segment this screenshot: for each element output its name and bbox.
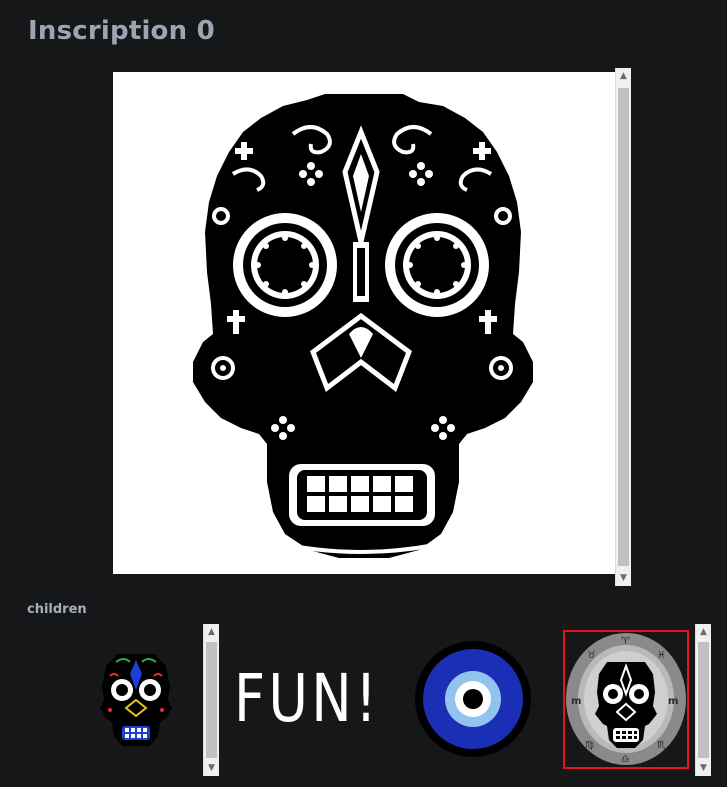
children-label: children	[27, 602, 87, 617]
child-fun-text[interactable]: FUN!	[234, 660, 380, 737]
child-skull-color[interactable]	[96, 648, 176, 750]
scroll-down-icon[interactable]: ▼	[204, 760, 219, 776]
inscription-preview[interactable]	[113, 72, 615, 574]
sugar-skull-icon	[113, 72, 615, 574]
scroll-thumb[interactable]	[206, 642, 217, 758]
scroll-up-icon[interactable]: ▲	[204, 624, 219, 640]
evil-eye-icon	[415, 641, 531, 757]
color-sugar-skull-icon	[96, 648, 176, 750]
scroll-up-icon[interactable]: ▲	[616, 68, 631, 84]
scroll-down-icon[interactable]: ▼	[616, 570, 631, 586]
selected-child-highlight	[563, 630, 689, 769]
child-evil-eye[interactable]	[413, 640, 533, 758]
scroll-thumb[interactable]	[618, 88, 629, 566]
child-zodiac-scrollbar[interactable]: ▲ ▼	[695, 624, 711, 776]
scroll-up-icon[interactable]: ▲	[696, 624, 711, 640]
child-skull-scrollbar[interactable]: ▲ ▼	[203, 624, 219, 776]
scroll-thumb[interactable]	[698, 642, 709, 758]
scroll-down-icon[interactable]: ▼	[696, 760, 711, 776]
page-title: Inscription 0	[28, 16, 215, 46]
preview-scrollbar[interactable]: ▲ ▼	[615, 68, 631, 586]
